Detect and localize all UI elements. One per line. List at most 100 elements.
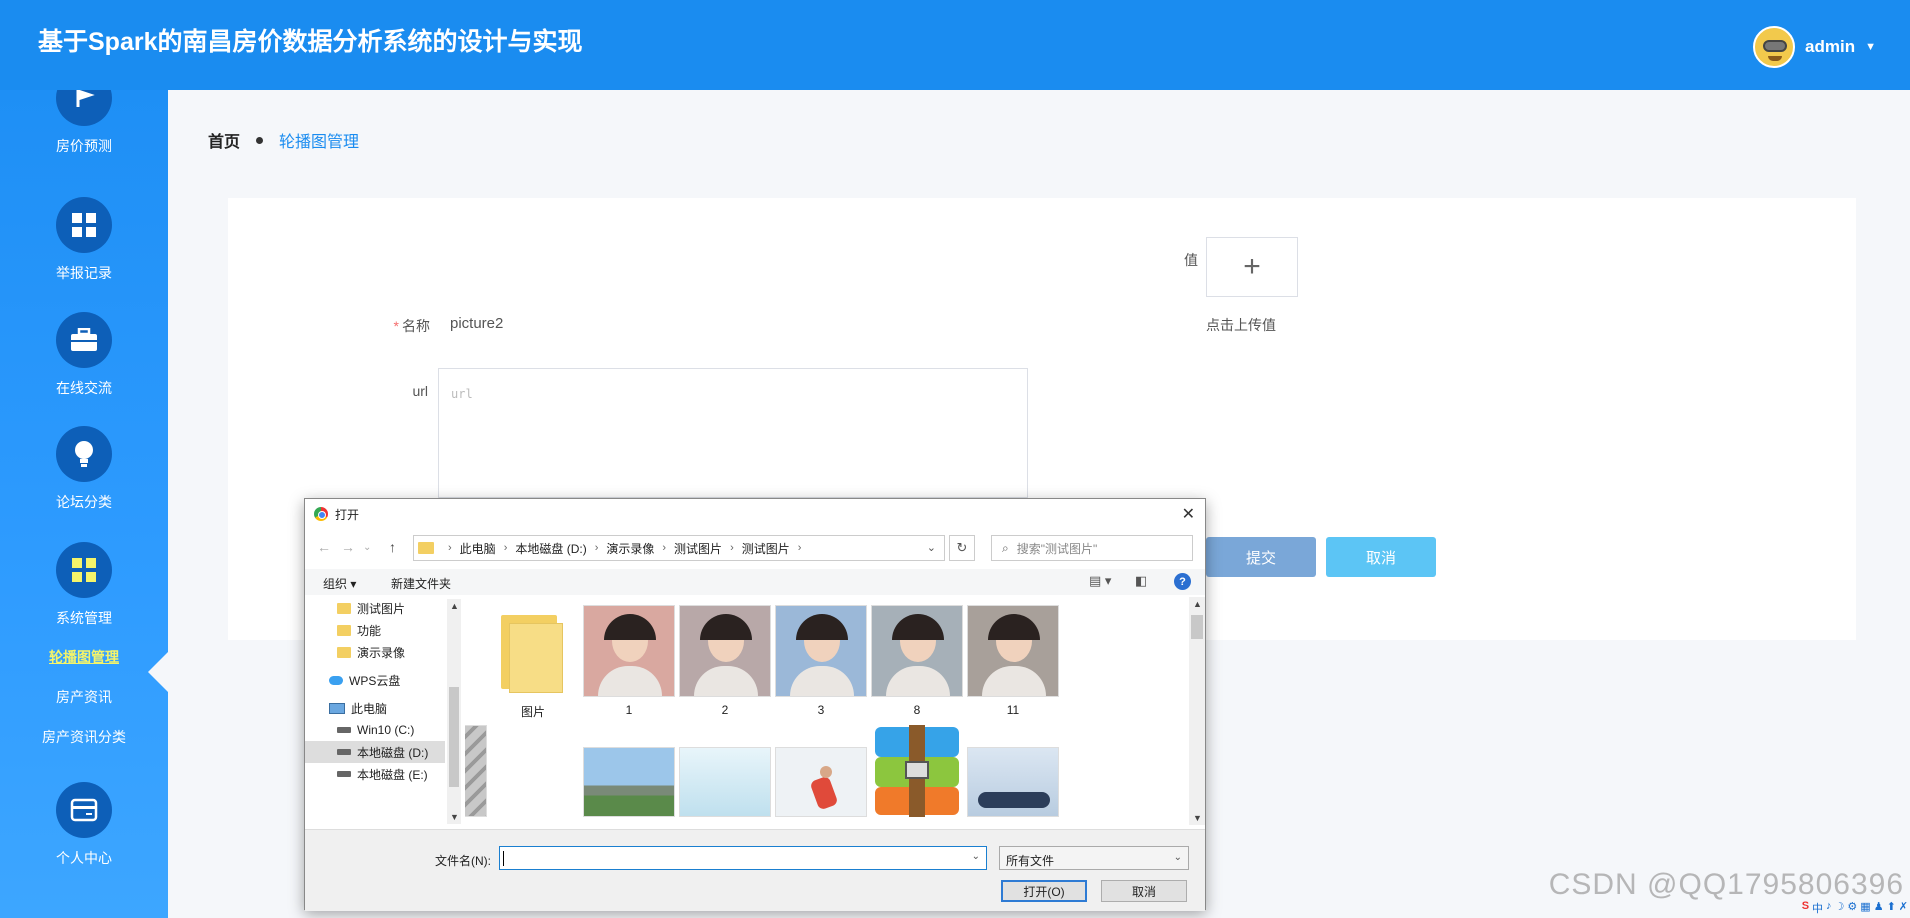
upload-button[interactable]: + <box>1206 237 1298 297</box>
tree-item[interactable]: WPS云盘 <box>329 669 461 691</box>
sidebar-item-label: 在线交流 <box>56 380 112 396</box>
back-arrow-icon[interactable]: ← <box>317 539 331 555</box>
sidebar-item-label: 举报记录 <box>56 265 112 281</box>
tree-item[interactable]: 此电脑 <box>329 697 461 719</box>
path-segment[interactable]: 测试图片 <box>742 540 790 557</box>
submit-button[interactable]: 提交 <box>1206 537 1316 577</box>
path-segment[interactable]: 此电脑 <box>460 540 496 557</box>
file-tile[interactable] <box>967 725 1059 823</box>
cloud-icon <box>329 675 343 685</box>
address-row: ← → ⌄ ↑ › 此电脑 › 本地磁盘 (D:) › 演示录像 › 测试图片 … <box>305 533 1205 563</box>
bulb-icon <box>56 426 112 482</box>
tree-scrollbar[interactable]: ▲ ▼ <box>447 599 461 824</box>
sidebar-subitem-carousel[interactable]: 轮播图管理 <box>0 647 168 667</box>
file-tile[interactable] <box>775 725 867 823</box>
file-tile[interactable]: 3 <box>775 605 867 717</box>
filename-input[interactable]: ⌄ <box>499 846 987 870</box>
drive-icon <box>337 771 351 777</box>
top-header: 基于Spark的南昌房价数据分析系统的设计与实现 admin ▼ <box>0 0 1910 90</box>
path-segment[interactable]: 测试图片 <box>674 540 722 557</box>
tree-item-selected[interactable]: 本地磁盘 (D:) <box>305 741 445 763</box>
dialog-titlebar[interactable]: 打开 ✕ <box>305 499 1205 529</box>
search-input[interactable]: ⌕ 搜索"测试图片" <box>991 535 1193 561</box>
folder-icon <box>418 542 434 554</box>
close-icon[interactable]: ✕ <box>1182 504 1195 524</box>
drive-icon <box>337 727 351 733</box>
address-bar[interactable]: › 此电脑 › 本地磁盘 (D:) › 演示录像 › 测试图片 › 测试图片 ›… <box>413 535 945 561</box>
file-tile[interactable] <box>679 725 771 823</box>
sidebar-item-system-management[interactable]: 系统管理 <box>0 542 168 628</box>
card-icon <box>56 782 112 838</box>
preview-pane-icon[interactable]: ◧ <box>1135 573 1147 589</box>
path-segment[interactable]: 演示录像 <box>606 540 654 557</box>
dialog-footer: 文件名(N): ⌄ 所有文件 ⌄ 打开(O) 取消 <box>305 829 1205 911</box>
view-icon[interactable]: ▤ ▾ <box>1089 573 1111 589</box>
avatar[interactable] <box>1753 26 1796 68</box>
filetype-select[interactable]: 所有文件 ⌄ <box>999 846 1189 870</box>
organize-menu[interactable]: 组织 ▾ <box>323 575 356 592</box>
up-arrow-icon[interactable]: ↑ <box>389 539 396 555</box>
tree-item[interactable]: Win10 (C:) <box>337 719 461 741</box>
tray-icon[interactable]: ☽ <box>1835 900 1845 916</box>
file-tile[interactable] <box>583 725 675 823</box>
image-thumbnail <box>679 605 771 697</box>
image-thumbnail <box>465 725 487 817</box>
sidebar-item-price-forecast[interactable]: 房价预测 <box>0 90 168 156</box>
tray-icon[interactable]: ♟ <box>1874 900 1884 916</box>
name-label: * 名称 <box>393 318 430 334</box>
cancel-button[interactable]: 取消 <box>1326 537 1436 577</box>
file-tile[interactable] <box>871 725 963 823</box>
tray-icon[interactable]: ▦ <box>1860 900 1870 916</box>
sidebar-item-forum-category[interactable]: 论坛分类 <box>0 426 168 512</box>
file-label: 11 <box>1006 703 1020 717</box>
username[interactable]: admin <box>1805 37 1855 57</box>
tray-icon[interactable]: ⬆ <box>1887 900 1896 916</box>
plus-icon: + <box>1243 250 1261 283</box>
open-button[interactable]: 打开(O) <box>1001 880 1087 902</box>
chevron-down-icon[interactable]: ▼ <box>1865 41 1876 53</box>
user-menu[interactable]: admin ▼ <box>1753 26 1876 68</box>
search-icon: ⌕ <box>1002 540 1009 555</box>
refresh-icon[interactable]: ↻ <box>949 535 975 561</box>
breadcrumb-current: 轮播图管理 <box>279 134 360 151</box>
chevron-down-icon[interactable]: ⌄ <box>363 542 371 553</box>
forward-arrow-icon[interactable]: → <box>341 539 355 555</box>
filename-label: 文件名(N): <box>435 854 491 868</box>
sidebar-subitem-news-category[interactable]: 房产资讯分类 <box>0 727 168 747</box>
sidebar-item-label: 个人中心 <box>56 850 112 866</box>
url-textarea[interactable]: url <box>438 368 1028 498</box>
sidebar-subitem-news[interactable]: 房产资讯 <box>0 687 168 707</box>
dialog-cancel-button[interactable]: 取消 <box>1101 880 1187 902</box>
file-grid: 图片 1 2 3 8 11 ▲ ▼ <box>465 597 1205 827</box>
help-icon[interactable]: ? <box>1174 573 1191 590</box>
sidebar-item-online-chat[interactable]: 在线交流 <box>0 312 168 398</box>
tray-icon[interactable]: ✗ <box>1899 900 1908 916</box>
file-tile[interactable]: 1 <box>583 605 675 717</box>
file-tile[interactable]: 11 <box>967 605 1059 717</box>
tray-icon[interactable]: 中 <box>1812 900 1823 916</box>
new-folder-button[interactable]: 新建文件夹 <box>391 575 451 592</box>
file-tile[interactable]: 8 <box>871 605 963 717</box>
sidebar-item-profile[interactable]: 个人中心 <box>0 782 168 868</box>
grid-icon <box>56 542 112 598</box>
tree-item[interactable]: 演示录像 <box>337 641 461 663</box>
file-grid-scrollbar[interactable]: ▲ ▼ <box>1189 597 1205 825</box>
file-tile[interactable]: 2 <box>679 605 771 717</box>
file-tile[interactable] <box>465 725 579 823</box>
folder-icon <box>337 602 351 614</box>
path-segment[interactable]: 本地磁盘 (D:) <box>515 540 586 557</box>
image-thumbnail <box>775 605 867 697</box>
sidebar-item-report-records[interactable]: 举报记录 <box>0 197 168 283</box>
url-label: url <box>412 383 428 399</box>
file-tile[interactable]: 图片 <box>487 605 579 720</box>
sogou-icon[interactable]: S <box>1802 900 1809 916</box>
sidebar-item-label: 房价预测 <box>56 138 112 154</box>
chevron-down-icon[interactable]: ⌄ <box>927 541 936 554</box>
tray-icon[interactable]: ♪ <box>1826 900 1832 916</box>
tree-item[interactable]: 测试图片 <box>337 597 461 619</box>
tray-icon[interactable]: ⚙ <box>1847 900 1857 916</box>
breadcrumb-home[interactable]: 首页 <box>208 128 240 152</box>
tree-item[interactable]: 功能 <box>337 619 461 641</box>
tree-item[interactable]: 本地磁盘 (E:) <box>337 763 461 785</box>
chevron-down-icon[interactable]: ⌄ <box>972 851 980 862</box>
